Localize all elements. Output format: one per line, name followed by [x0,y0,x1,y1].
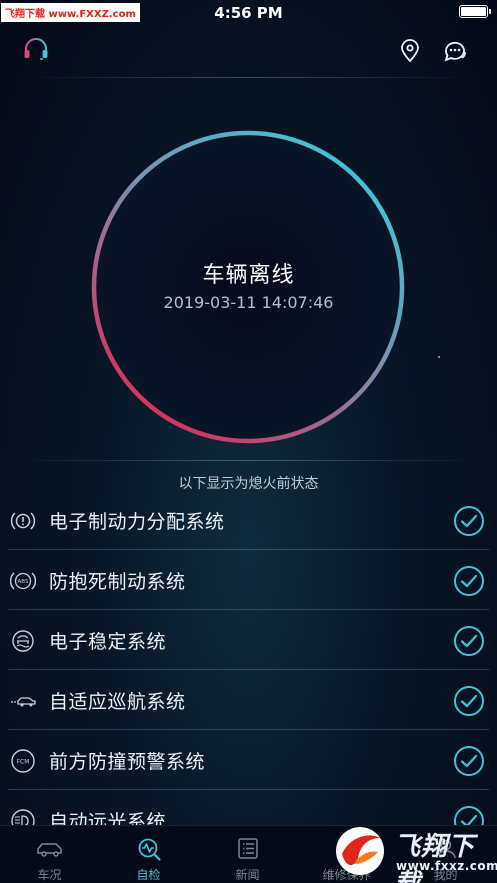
chat-icon[interactable] [442,39,468,63]
list-item[interactable]: 电子制动力分配系统 [0,490,497,550]
brand-logo-icon [336,827,384,875]
tab-self-check[interactable]: 自检 [99,826,198,883]
fcm-icon: FCM [11,749,35,773]
system-label: 防抱死制动系统 [49,571,186,593]
tab-label: 车况 [37,868,62,882]
brand-watermark-url: www.fxxz.com [396,859,497,873]
check-circle-icon [454,506,484,536]
tab-label: 自检 [136,868,161,882]
news-icon [238,838,258,859]
system-label: 自动远光系统 [49,811,167,825]
tab-vehicle-status[interactable]: 车况 [0,826,99,883]
vehicle-status-time: 2019-03-11 14:07:46 [163,293,334,312]
brand-watermark: 飞翔下载 www.fxxz.com [330,822,497,883]
acc-icon [11,697,36,707]
section-divider [10,460,487,461]
list-item[interactable]: 自动远光系统 [0,790,497,825]
check-circle-icon [454,626,484,656]
tab-news[interactable]: 新闻 [198,826,297,883]
battery-icon [459,5,491,18]
headset-icon[interactable] [22,38,50,62]
high-beam-icon [11,809,35,825]
fcm-icon-text: FCM [17,759,30,766]
vehicle-status-title: 车辆离线 [202,263,295,288]
check-circle-icon [454,746,484,776]
list-item[interactable]: ABS 防抱死制动系统 [0,550,497,610]
brand-watermark-title: 飞翔下载 [394,832,476,883]
decorative-dot [438,356,440,358]
list-item[interactable]: 电子稳定系统 [0,610,497,670]
system-label: 自适应巡航系统 [49,691,186,713]
tab-label: 新闻 [235,868,260,882]
system-label: 电子制动力分配系统 [49,511,225,533]
list-item[interactable]: 自适应巡航系统 [0,670,497,730]
check-circle-icon [454,566,484,596]
top-bar [0,30,497,74]
header-divider [20,77,477,78]
ebd-icon [10,512,36,530]
self-check-icon [138,838,161,861]
system-label: 前方防撞预警系统 [49,751,206,773]
car-icon [37,843,62,857]
status-time: 4:56 PM [214,4,283,22]
system-check-list: 电子制动力分配系统 ABS 防抱死制动系统 电子稳定系统 自适应巡航系统 FCM… [0,490,497,825]
location-pin-icon[interactable] [399,39,421,63]
esp-icon [12,630,34,652]
abs-icon-text: ABS [18,579,29,585]
status-bar: 飞翔下载 www.FXXZ.com 4:56 PM [0,0,497,26]
list-item[interactable]: FCM 前方防撞预警系统 [0,730,497,790]
app-screen: 飞翔下载 www.FXXZ.com 4:56 PM 车辆离线 2019-03-1… [0,0,497,883]
abs-icon: ABS [10,572,36,590]
system-label: 电子稳定系统 [49,631,167,653]
check-circle-icon [454,686,484,716]
